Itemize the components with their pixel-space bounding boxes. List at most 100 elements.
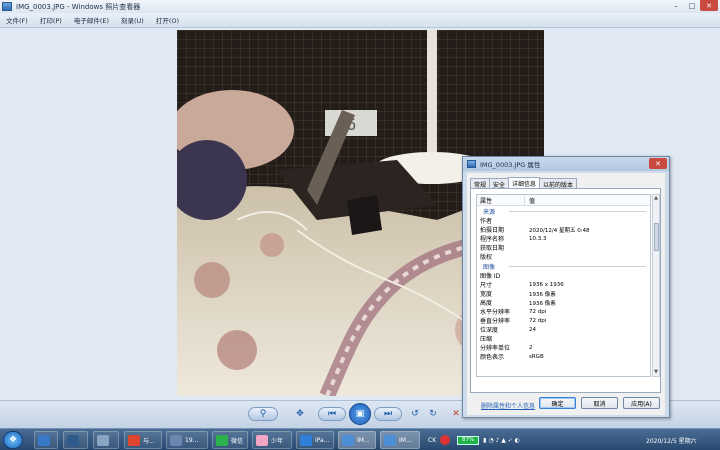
tray-icons[interactable]: ▮ ◔ ♪ ▲ ✓ ◐ [483, 437, 520, 444]
scroll-down-icon[interactable]: ▼ [653, 369, 659, 376]
taskbar-terminal[interactable] [63, 431, 88, 449]
cancel-button[interactable]: 取消 [581, 397, 618, 409]
window-title: IMG_0003.JPG - Windows 照片查看器 [16, 2, 141, 11]
taskbar-ipad[interactable]: iPa... [296, 431, 334, 449]
property-row[interactable]: 颜色表示 sRGB [477, 352, 650, 362]
minimize-button[interactable]: – [668, 0, 684, 11]
apply-button[interactable]: 应用(A) [623, 397, 660, 409]
property-row[interactable]: 拍摄日期 2020/12/4 星期五 0:48 [477, 225, 650, 234]
property-name: 高度 [480, 300, 493, 307]
taskbar-item-label: 与... [143, 437, 155, 445]
scroll-up-icon[interactable]: ▲ [653, 195, 659, 202]
taskbar-wechat[interactable]: 微信 [212, 431, 248, 449]
property-list-scrollbar[interactable]: ▲ ▼ [652, 194, 660, 377]
dialog-body: 常规 安全 详细信息 以前的版本 属性 值 来源 作者 拍摄日期 2020/12/4… [467, 173, 665, 415]
menu-print[interactable]: 打印(P) [40, 15, 62, 25]
property-row[interactable]: 图像 ID [477, 271, 650, 280]
zoom-button[interactable]: ⚲ [248, 407, 278, 421]
taskbar-chrome[interactable]: 与... [124, 431, 162, 449]
image-file-icon [467, 160, 476, 168]
taskbar-item-label: 少年 [271, 437, 284, 445]
group-header-source: 来源 [477, 206, 650, 216]
taskbar-wechat-icon [216, 434, 228, 446]
taskbar-explorer-icon [38, 434, 50, 446]
menu-burn[interactable]: 刻录(U) [121, 15, 144, 25]
property-name: 获取日期 [480, 245, 505, 252]
next-button[interactable]: ⏭ [374, 407, 402, 421]
rotate-ccw-button[interactable]: ↺ [408, 407, 422, 421]
property-row[interactable]: 宽度 1936 像素 [477, 289, 650, 298]
property-name: 程序名称 [480, 236, 505, 243]
taskbar-item-label: 19... [185, 436, 199, 444]
property-name: 压缩 [480, 336, 493, 343]
taskbar-clock[interactable]: 2020/12/5 星期六 [646, 436, 697, 445]
property-row[interactable]: 高度 1936 像素 [477, 298, 650, 307]
tray-ck[interactable]: CK [428, 437, 436, 444]
property-name: 分辨率单位 [480, 345, 511, 352]
property-value: 1936 像素 [529, 291, 556, 298]
taskbar-item-label: IM... [357, 436, 370, 444]
column-header-value[interactable]: 值 [525, 196, 535, 205]
details-panel: 属性 值 来源 作者拍摄日期 2020/12/4 星期五 0:48 程序名称 10.3… [470, 188, 661, 410]
column-header-property[interactable]: 属性 [477, 195, 525, 205]
ok-button[interactable]: 确定 [539, 397, 576, 409]
group-header-image: 图像 [477, 261, 650, 271]
properties-dialog: IMG_0003.JPG 属性 ✕ 常规 安全 详细信息 以前的版本 属性 值 … [462, 156, 670, 418]
property-name: 水平分辨率 [480, 309, 511, 316]
property-row[interactable]: 作者 [477, 216, 650, 225]
property-row[interactable]: 水平分辨率 72 dpi [477, 307, 650, 317]
menu-file[interactable]: 文件(F) [6, 15, 28, 25]
property-name: 尺寸 [480, 282, 493, 289]
previous-button[interactable]: ⏮ [318, 407, 346, 421]
delete-button[interactable]: ✕ [450, 407, 462, 421]
menu-email[interactable]: 电子邮件(E) [74, 15, 109, 25]
window-controls: – □ ✕ [668, 0, 718, 11]
property-row[interactable]: 分辨率单位 2 [477, 343, 650, 353]
taskbar-explorer[interactable] [34, 431, 58, 449]
start-button[interactable]: ❖ [3, 431, 23, 449]
battery-indicator[interactable]: 87% [457, 435, 480, 445]
property-row[interactable]: 尺寸 1936 x 1936 [477, 280, 650, 290]
property-value: 10.3.3 [529, 235, 547, 242]
taskbar-img-1[interactable]: IM... [338, 431, 376, 449]
dialog-close-button[interactable]: ✕ [649, 158, 667, 169]
taskbar-img-2-icon [384, 434, 396, 446]
taskbar: ❖ 与... 19... 微信 少年 iPa... IM... IM... CK 87% ▮… [0, 428, 720, 450]
dialog-title: IMG_0003.JPG 属性 [480, 161, 541, 169]
tray-app-icon[interactable] [440, 435, 451, 445]
taskbar-app-anime-icon [256, 434, 268, 446]
property-value: 1936 x 1936 [529, 281, 564, 288]
property-name: 作者 [480, 218, 493, 225]
slideshow-button[interactable]: ▣ [349, 403, 371, 425]
property-name: 版权 [480, 254, 493, 261]
taskbar-app-19[interactable]: 19... [166, 431, 208, 449]
property-name: 宽度 [480, 291, 493, 298]
property-row[interactable]: 垂直分辨率 72 dpi [477, 316, 650, 326]
taskbar-img-2[interactable]: IM... [380, 431, 420, 449]
maximize-button[interactable]: □ [684, 0, 700, 11]
list-header: 属性 值 [477, 195, 650, 206]
property-name: 颜色表示 [480, 354, 505, 361]
property-list[interactable]: 属性 值 来源 作者拍摄日期 2020/12/4 星期五 0:48 程序名称 10.3… [476, 194, 651, 377]
system-tray: CK 87% ▮ ◔ ♪ ▲ ✓ ◐ [428, 433, 520, 447]
menu-open[interactable]: 打开(O) [156, 15, 179, 25]
property-value: 72 dpi [529, 317, 547, 324]
property-row[interactable]: 版权 [477, 252, 650, 261]
taskbar-app-19-icon [170, 434, 182, 446]
taskbar-network[interactable] [93, 431, 119, 449]
remove-properties-link[interactable]: 删除属性和个人信息 [481, 401, 535, 410]
property-row[interactable]: 程序名称 10.3.3 [477, 234, 650, 244]
property-value: 1936 像素 [529, 300, 556, 307]
actual-size-button[interactable]: ✥ [292, 407, 308, 421]
property-row[interactable]: 压缩 [477, 334, 650, 343]
property-row[interactable]: 获取日期 [477, 243, 650, 252]
taskbar-app-anime[interactable]: 少年 [252, 431, 292, 449]
property-value: 2020/12/4 星期五 0:48 [529, 227, 590, 234]
property-name: 拍摄日期 [480, 227, 505, 234]
scroll-thumb[interactable] [654, 223, 659, 251]
close-button[interactable]: ✕ [700, 0, 718, 11]
property-value: sRGB [529, 353, 544, 360]
property-name: 图像 ID [480, 273, 501, 280]
property-row[interactable]: 位深度 24 [477, 325, 650, 335]
rotate-cw-button[interactable]: ↻ [426, 407, 440, 421]
